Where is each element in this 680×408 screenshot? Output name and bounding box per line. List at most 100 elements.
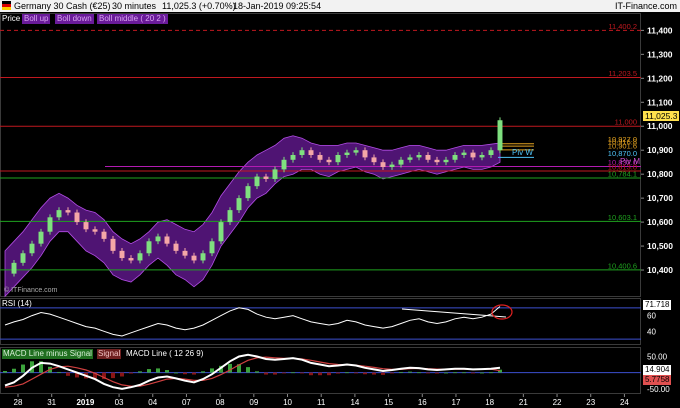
y-tick-label: 10,400 [647,265,673,275]
candle-body [272,169,278,179]
x-tick-label: 10 [283,398,292,407]
candle-body [425,155,431,160]
y-tick-label: 11,300 [647,49,673,59]
x-tick-label: 16 [418,398,427,407]
macd-histogram-bar [345,372,349,374]
macd-histogram-bar [264,372,268,375]
legend-boll-down: Boll down [55,14,94,24]
date-axis: 28 31 2019 03 04 07 08 09 10 11 14 15 16 17 18 21 22 23 24 [14,394,629,407]
candle-body [434,159,440,163]
candle-body [353,150,359,153]
y-tick-label: 10,900 [647,145,673,155]
candle-body [65,210,71,213]
candle-body [344,152,350,155]
macd-histogram-bar [408,371,412,373]
macd-histogram-bar [426,372,430,374]
candle-body [407,157,413,160]
candle-body [380,162,386,167]
macd-histogram-bar [57,371,61,373]
candle-body [11,262,17,274]
y-tick-label: 10,500 [647,241,673,251]
x-tick-label: 28 [14,398,23,407]
candle-body [317,155,323,160]
macd-histogram-bar [12,368,16,373]
candle-body [308,150,314,155]
candle-body [173,243,179,251]
candle-body [227,210,233,223]
macd-histogram-bar [273,372,277,375]
chart-canvas: 11,400.211,203.511,00010,927.010,916.810… [0,13,673,407]
candle-body [146,241,152,254]
macd-value-tag-1: 14.904 [643,365,672,375]
candle-body [92,229,98,232]
rsi-panel-frame [0,298,641,345]
rsi-tick-label: 60 [647,312,656,321]
macd-histogram-bar [246,367,250,373]
macd-tick-label: 50.00 [647,352,668,361]
x-tick-label: 2019 [76,398,94,407]
level-label: 11,000 [615,118,637,127]
macd-histogram-bar [129,372,133,374]
level-label: 11,203.5 [608,69,637,78]
candle-body [263,176,269,179]
candle-body [452,155,458,160]
macd-histogram-bar [174,372,178,374]
macd-histogram-bar [381,372,385,375]
x-tick-label: 09 [249,398,258,407]
macd-histogram-bar [363,372,367,375]
macd-histogram-bar [138,371,142,373]
candle-body [20,253,26,263]
rsi-tick-label: 40 [647,327,656,336]
x-tick-label: 17 [452,398,461,407]
candle-body [254,176,260,187]
y-tick-label: 10,800 [647,169,673,179]
x-tick-label: 21 [519,398,528,407]
pivot-w-label: Piv W [512,148,533,157]
macd-histogram-bar [282,372,286,374]
macd-histogram-bar [471,372,475,374]
macd-histogram-bar [255,371,259,373]
candle-body [335,155,341,163]
macd-histogram-bar [21,364,25,373]
candle-body [119,250,125,259]
price-tag: 11,025.3 [643,111,680,121]
candle-body [488,150,494,155]
rsi-value-tag: 71.718 [643,300,672,310]
price-panel-title: Price [2,14,21,23]
level-label: 10,400.6 [608,261,637,270]
macd-histogram-bar [444,372,448,374]
macd-histogram-bar [165,370,169,373]
x-tick-label: 08 [216,398,225,407]
candle-body [218,222,224,242]
macd-histogram-bar [300,372,304,374]
candle-body [83,222,89,230]
macd-histogram-bar [453,372,457,374]
macd-histogram-bar [201,371,205,373]
candle-body [182,250,188,256]
price-y-axis: 11,400 11,300 11,200 11,100 11,000 10,900 10,8… [641,25,673,275]
candle-body [416,155,422,158]
macd-histogram-bar [489,372,493,374]
x-tick-label: 11 [317,398,326,407]
level-label: 10,603.1 [608,213,637,222]
candle-body [326,159,332,163]
candle-body [290,155,296,160]
macd-histogram-bar [156,368,160,373]
candle-body [281,159,287,170]
candle-body [29,243,35,254]
candle-body [155,236,161,242]
macd-histogram-bar [327,372,331,376]
candle-body [371,157,377,163]
macd-histogram-bar [390,372,394,374]
rsi-plot: 60 40 [0,306,656,340]
x-tick-label: 15 [384,398,393,407]
macd-histogram-bar [318,372,322,376]
macd-histogram-bar [354,372,358,374]
macd-histogram-bar [111,372,115,379]
candle-body [461,152,467,155]
candle-body [137,253,143,261]
x-tick-label: 14 [350,398,359,407]
level-label: 10,784.1 [608,169,637,178]
candle-body [200,253,206,261]
macd-histogram-bar [417,372,421,374]
